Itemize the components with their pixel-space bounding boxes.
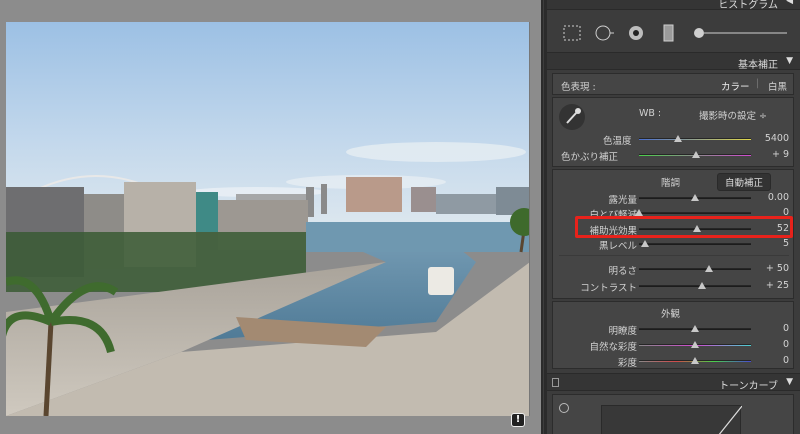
tone-curve-section bbox=[552, 394, 794, 434]
presence-slider-value[interactable]: 0 bbox=[749, 339, 789, 350]
tone-slider-label: 明るさ bbox=[608, 266, 637, 277]
presence-slider-row-1: 自然な彩度 0 bbox=[553, 338, 795, 354]
presence-section: 外観 明瞭度 0 自然な彩度 0 彩度 0 bbox=[552, 301, 794, 369]
temp-value[interactable]: 5400 bbox=[749, 133, 789, 144]
tone-slider-row-5: コントラスト + 25 bbox=[553, 279, 795, 295]
tone-curve-header[interactable]: トーンカーブ ▼ bbox=[547, 373, 800, 392]
tint-slider-thumb[interactable] bbox=[692, 151, 700, 158]
temp-slider-track[interactable] bbox=[639, 138, 751, 140]
tint-value[interactable]: + 9 bbox=[749, 149, 789, 160]
treatment-bw-option[interactable]: 白黒 bbox=[768, 79, 787, 93]
tone-slider-label: コントラスト bbox=[580, 283, 637, 294]
tone-slider-row-3: 黒レベル 5 bbox=[553, 237, 795, 253]
tone-slider-label: 露光量 bbox=[608, 195, 637, 206]
basic-panel-header[interactable]: 基本補正 ▼ bbox=[547, 52, 800, 71]
wb-eyedropper-icon[interactable] bbox=[559, 104, 585, 130]
histogram-title: ヒストグラム bbox=[718, 0, 778, 11]
collapse-triangle-icon: ◀ bbox=[786, 0, 793, 6]
expand-triangle-icon: ▼ bbox=[786, 377, 793, 387]
photo-preview[interactable] bbox=[6, 22, 530, 416]
tone-slider-slider-thumb[interactable] bbox=[640, 240, 649, 247]
presence-slider-slider-thumb[interactable] bbox=[691, 341, 699, 348]
presence-slider-slider-thumb[interactable] bbox=[691, 357, 699, 364]
basic-panel-title: 基本補正 bbox=[738, 60, 778, 71]
tone-slider-row-4: 明るさ + 50 bbox=[553, 262, 795, 278]
treatment-label: 色表現 : bbox=[561, 82, 596, 93]
presence-slider-row-2: 彩度 0 bbox=[553, 354, 795, 370]
panel-switch-icon[interactable] bbox=[552, 378, 559, 387]
tone-slider-slider-track[interactable] bbox=[639, 212, 751, 214]
crop-tool-icon[interactable] bbox=[561, 23, 583, 43]
presence-slider-label: 明瞭度 bbox=[608, 326, 637, 337]
tone-slider-slider-thumb[interactable] bbox=[691, 194, 699, 201]
presence-label: 外観 bbox=[661, 309, 681, 320]
tint-label: 色かぶり補正 bbox=[561, 152, 619, 163]
tone-slider-label: 黒レベル bbox=[598, 241, 637, 252]
tone-label: 階調 bbox=[661, 178, 681, 189]
fill-light-highlight bbox=[575, 216, 793, 238]
treatment-row: 色表現 : カラー | 白黒 bbox=[552, 73, 794, 95]
white-balance-section: WB : 撮影時の設定 ÷ 色温度 5400 色かぶり補正 + 9 bbox=[552, 97, 794, 167]
treatment-color-option[interactable]: カラー bbox=[721, 79, 750, 93]
tone-slider-value[interactable]: 5 bbox=[749, 238, 789, 249]
treatment-divider: | bbox=[756, 78, 760, 89]
temp-label: 色温度 bbox=[603, 136, 632, 147]
histogram-header[interactable]: ヒストグラム ◀ bbox=[547, 0, 800, 11]
tone-slider-value[interactable]: 0.00 bbox=[749, 192, 789, 203]
tone-slider-slider-thumb[interactable] bbox=[698, 282, 706, 289]
presence-slider-value[interactable]: 0 bbox=[749, 355, 789, 366]
tone-slider-slider-track[interactable] bbox=[639, 268, 751, 270]
presence-slider-value[interactable]: 0 bbox=[749, 323, 789, 334]
tone-slider-slider-thumb[interactable] bbox=[635, 209, 643, 216]
auto-tone-button[interactable]: 自動補正 bbox=[717, 173, 772, 191]
tone-slider-slider-thumb[interactable] bbox=[705, 265, 713, 272]
target-adjust-icon[interactable] bbox=[559, 403, 569, 413]
tool-strip bbox=[557, 22, 797, 44]
presence-slider-row-0: 明瞭度 0 bbox=[553, 322, 795, 338]
presence-slider-slider-thumb[interactable] bbox=[691, 325, 699, 332]
tone-curve-title: トーンカーブ bbox=[719, 381, 778, 392]
presence-slider-label: 自然な彩度 bbox=[589, 342, 637, 353]
graduated-filter-icon[interactable] bbox=[657, 23, 679, 43]
temp-slider-thumb[interactable] bbox=[674, 135, 682, 142]
wb-label: WB : bbox=[639, 108, 662, 119]
wb-select[interactable]: 撮影時の設定 ÷ bbox=[699, 108, 767, 122]
tone-slider-value[interactable]: + 50 bbox=[749, 263, 789, 274]
tone-slider-value[interactable]: + 25 bbox=[749, 280, 789, 291]
tone-slider-row-0: 露光量 0.00 bbox=[553, 191, 795, 207]
photo-info-badge[interactable]: ! bbox=[511, 413, 525, 427]
harbor-photo bbox=[6, 22, 529, 416]
expand-triangle-icon: ▼ bbox=[786, 56, 793, 66]
adjustment-brush-icon[interactable] bbox=[689, 23, 789, 43]
tone-slider-slider-track[interactable] bbox=[639, 243, 751, 245]
red-eye-icon[interactable] bbox=[625, 23, 647, 43]
tone-slider-slider-track[interactable] bbox=[639, 285, 751, 287]
spot-removal-icon[interactable] bbox=[593, 23, 615, 43]
tone-curve-graph[interactable] bbox=[601, 405, 743, 434]
presence-slider-label: 彩度 bbox=[617, 358, 637, 369]
tone-separator bbox=[559, 255, 789, 256]
